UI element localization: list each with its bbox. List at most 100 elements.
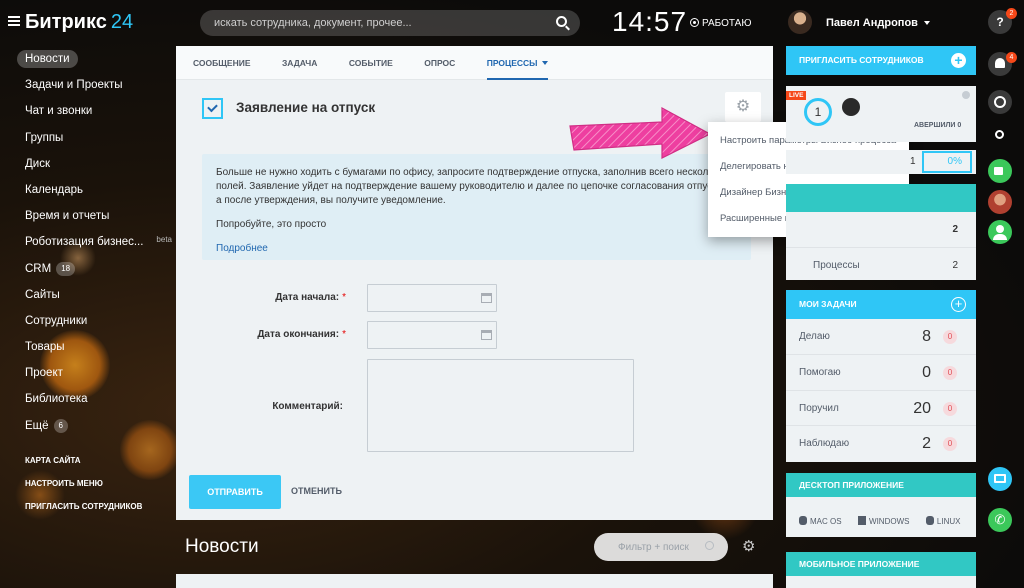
sidebar-item-calendar[interactable]: Календарь [0, 177, 172, 203]
task-row-helping[interactable]: Помогаю 0 0 [786, 355, 976, 391]
configure-menu-link[interactable]: НАСТРОИТЬ МЕНЮ [0, 472, 172, 495]
windows-icon [858, 516, 867, 525]
user-avatar[interactable] [788, 10, 812, 34]
sidebar-item-chat[interactable]: Чат и звонки [0, 98, 172, 124]
search-icon[interactable] [705, 541, 714, 550]
task-label: Наблюдаю [799, 438, 850, 450]
checkbox-form-icon [202, 98, 223, 119]
invite-header[interactable]: ПРИГЛАСИТЬ СОТРУДНИКОВ + [786, 46, 976, 75]
progress-percent: 0% [922, 151, 972, 173]
screen-shape [994, 474, 1006, 483]
tab-message[interactable]: СООБЩЕНИЕ [193, 46, 251, 80]
sidebar-item-crm[interactable]: CRM 18 [0, 256, 172, 282]
sidebar-item-label: CRM [25, 262, 52, 275]
clock: 14:57 [612, 6, 688, 37]
help-icon[interactable] [962, 91, 970, 99]
user-icon[interactable] [988, 220, 1012, 244]
post-type-tabs: СООБЩЕНИЕ ЗАДАЧА СОБЫТИЕ ОПРОС ПРОЦЕССЫ [176, 46, 773, 80]
macos-link[interactable]: MAC OS [799, 515, 842, 526]
os-label: WINDOWS [869, 517, 910, 526]
task-label: Помогаю [799, 366, 841, 378]
phone-icon[interactable]: ✆ [988, 508, 1012, 532]
list-item[interactable]: 2 [786, 212, 976, 248]
required-mark: * [342, 292, 346, 303]
invite-employees-link[interactable]: ПРИГЛАСИТЬ СОТРУДНИКОВ [0, 495, 172, 518]
task-row-watching[interactable]: Наблюдаю 2 0 [786, 426, 976, 462]
windows-link[interactable]: WINDOWS [858, 515, 909, 526]
sidebar-item-products[interactable]: Товары [0, 334, 172, 360]
user-menu[interactable]: Павел Андропов [826, 17, 930, 29]
comment-textarea[interactable] [367, 359, 634, 452]
desktop-app-header: ДЕСКТОП ПРИЛОЖЕНИЕ [786, 473, 976, 497]
progress-value: 1 [910, 156, 916, 167]
sidebar-item-time[interactable]: Время и отчеты [0, 203, 172, 229]
linux-link[interactable]: LINUX [925, 515, 960, 526]
tasks-title: МОИ ЗАДАЧИ [799, 299, 857, 309]
site-map-link[interactable]: КАРТА САЙТА [0, 449, 172, 472]
screen-share-icon[interactable] [988, 467, 1012, 491]
tab-event[interactable]: СОБЫТИЕ [349, 46, 393, 80]
mobile-app-body [786, 576, 976, 588]
calendar-icon[interactable] [481, 330, 492, 340]
task-row-assigned[interactable]: Поручил 20 0 [786, 391, 976, 427]
sidebar-item-label: Задачи и Проекты [25, 79, 123, 92]
video-call-icon[interactable] [988, 159, 1012, 183]
left-menu: Новости Задачи и Проекты Чат и звонки Гр… [0, 46, 172, 518]
tab-task[interactable]: ЗАДАЧА [282, 46, 317, 80]
logo[interactable]: Битрикс 24 [25, 11, 133, 34]
cancel-button[interactable]: ОТМЕНИТЬ [291, 486, 342, 496]
sidebar-item-project[interactable]: Проект [0, 360, 172, 386]
list-item-processes[interactable]: Процессы 2 [786, 248, 976, 284]
help-badge: 2 [1006, 8, 1017, 19]
contact-avatar[interactable] [988, 190, 1012, 214]
start-date-field[interactable] [367, 284, 497, 312]
menu-burger-icon[interactable] [8, 16, 20, 26]
chevron-down-icon [923, 21, 930, 25]
search-icon[interactable] [556, 16, 567, 27]
completed-label: АВЕРШИЛИ 0 [914, 122, 961, 129]
sidebar-item-automation[interactable]: Роботизация бизнес... beta [0, 229, 172, 255]
task-row-doing[interactable]: Делаю 8 0 [786, 319, 976, 355]
more-link[interactable]: Подробнее [216, 242, 737, 256]
status-icon [690, 18, 699, 27]
calendar-icon[interactable] [481, 293, 492, 303]
gear-icon[interactable]: ⚙ [742, 537, 755, 555]
plus-icon[interactable]: + [951, 53, 966, 68]
gear-icon[interactable]: ⚙ [725, 92, 761, 122]
start-date-label: Дата начала: * [176, 292, 346, 303]
sidebar-item-groups[interactable]: Группы [0, 125, 172, 151]
send-button[interactable]: ОТПРАВИТЬ [189, 475, 281, 509]
tab-processes[interactable]: ПРОЦЕССЫ [486, 46, 548, 80]
tab-label: ПРОЦЕССЫ [486, 58, 538, 68]
list-count: 2 [952, 259, 958, 271]
sidebar-item-library[interactable]: Библиотека [0, 386, 172, 412]
tasks-list: Делаю 8 0 Помогаю 0 0 Поручил 20 0 Наблюдаю 2 0 [786, 319, 976, 463]
my-tasks-widget: МОИ ЗАДАЧИ + Делаю 8 0 Помогаю 0 0 Поручил 20 0… [786, 290, 976, 463]
sidebar-item-label: Новости [17, 50, 78, 68]
live-widget: LIVE 1 АВЕРШИЛИ 0 [786, 86, 976, 142]
sidebar-item-news[interactable]: Новости [0, 46, 172, 72]
search-icon[interactable] [988, 124, 1012, 148]
plus-icon[interactable]: + [951, 297, 966, 312]
sidebar-item-more[interactable]: Ещё 6 [0, 413, 172, 439]
apple-icon [799, 516, 807, 525]
try-text: Попробуйте, это просто [216, 219, 327, 230]
sidebar-item-tasks[interactable]: Задачи и Проекты [0, 72, 172, 98]
sidebar-item-disk[interactable]: Диск [0, 151, 172, 177]
end-date-field[interactable] [367, 321, 497, 349]
count-badge: 18 [56, 261, 76, 276]
chat-icon[interactable] [988, 90, 1012, 114]
progress-widget: 1 0% [786, 150, 976, 174]
overdue-badge: 0 [943, 437, 957, 452]
sidebar-item-label: Библиотека [25, 393, 88, 406]
logo-number: 24 [110, 11, 134, 33]
overdue-badge: 0 [943, 330, 957, 344]
work-status-button[interactable]: РАБОТАЮ [690, 17, 751, 29]
avatar[interactable] [842, 98, 860, 116]
mobile-app-widget: МОБИЛЬНОЕ ПРИЛОЖЕНИЕ [786, 552, 976, 588]
sidebar-item-employees[interactable]: Сотрудники [0, 308, 172, 334]
search-input[interactable] [200, 10, 580, 36]
my-tasks-header[interactable]: МОИ ЗАДАЧИ + [786, 290, 976, 319]
tab-poll[interactable]: ОПРОС [424, 46, 455, 80]
sidebar-item-sites[interactable]: Сайты [0, 282, 172, 308]
